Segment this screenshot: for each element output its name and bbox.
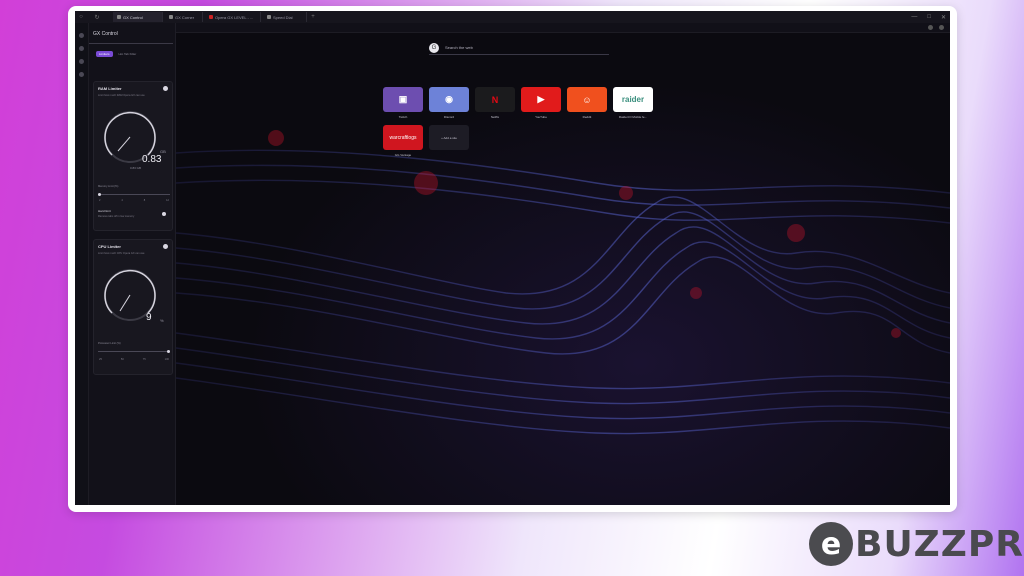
- toolbar-icons: [928, 25, 944, 30]
- tab-hot-tab-killer[interactable]: Hot Tab Killer: [119, 52, 137, 56]
- cpu-limiter-card: CPU Limiter Limit how much CPU Opera GX …: [93, 239, 173, 375]
- memory-limit-knob[interactable]: [98, 193, 101, 196]
- speed-dial-add-site[interactable]: + Add a site: [429, 125, 469, 150]
- close-icon[interactable]: ✕: [941, 14, 946, 21]
- gx-control-favicon: [117, 15, 121, 19]
- dial-label: Reddit: [582, 115, 592, 119]
- ram-limiter-title: RAM Limiter: [98, 86, 122, 91]
- dial-label: Discord: [443, 115, 455, 119]
- speed-dial-netflix[interactable]: N Netflix: [475, 87, 515, 119]
- gx-corner-favicon: [169, 15, 173, 19]
- tab-gx-control[interactable]: GX Control: [113, 12, 163, 22]
- ram-limiter-desc: Limit how much RAM Opera GX can use: [98, 94, 145, 97]
- search-engine-icon[interactable]: G: [429, 42, 439, 53]
- tab-limiters[interactable]: Limiters: [96, 51, 113, 57]
- speed-dial-twitch[interactable]: ▣ Twitch: [383, 87, 423, 119]
- buzzpro-logo: e BUZZPRO: [809, 522, 1024, 566]
- cpu-limiter-title: CPU Limiter: [98, 244, 121, 249]
- cpu-gauge-value: 9: [146, 312, 152, 323]
- processor-limit-label: Processor Limit (%): [98, 342, 121, 345]
- hard-limit-toggle[interactable]: [162, 212, 166, 216]
- youtube-icon: ▶: [521, 87, 561, 112]
- warcraftlogs-logo: warcraftlogs: [383, 125, 423, 150]
- netflix-icon: N: [475, 87, 515, 112]
- extensions-icon[interactable]: [928, 25, 933, 30]
- discord-icon: ◉: [429, 87, 469, 112]
- minimize-icon[interactable]: —: [911, 14, 917, 20]
- panel-title: GX Control: [93, 31, 118, 37]
- gx-corner-icon[interactable]: [79, 46, 84, 51]
- ram-gauge-value: 0.83: [142, 154, 162, 165]
- address-bar[interactable]: [89, 23, 950, 33]
- speed-dial-youtube[interactable]: ▶ YouTube: [521, 87, 561, 119]
- raider-logo: raider: [613, 87, 653, 112]
- profile-icon[interactable]: [939, 25, 944, 30]
- processor-limit-ticks: 25 50 75 100: [99, 358, 169, 361]
- ram-gauge-small: 0.83 GB: [130, 166, 142, 170]
- dial-label: Twitch: [398, 115, 408, 119]
- ram-limiter-toggle[interactable]: [163, 86, 168, 91]
- hard-limit-title: Hard limit: [98, 209, 111, 213]
- opera-menu-icon[interactable]: ○: [75, 11, 87, 23]
- speed-dial-warcraftlogs[interactable]: warcraftlogs GG Vantage: [383, 125, 423, 157]
- dial-label: YouTube: [535, 115, 547, 119]
- tab-opera-gx-level[interactable]: Opera GX LEVEL - ...: [205, 12, 261, 22]
- hard-limit-desc: Remove tabs off in low memory: [98, 215, 135, 218]
- ram-gauge-unit: GB: [160, 149, 166, 154]
- memory-limit-slider[interactable]: [98, 193, 170, 196]
- speed-dial-favicon: [267, 15, 271, 19]
- dial-label: Raider.IO Mobile fe...: [618, 115, 648, 119]
- search-placeholder: Search the web: [445, 45, 473, 50]
- logo-e-mark: e: [809, 522, 853, 566]
- search-bar[interactable]: G Search the web: [429, 41, 609, 55]
- speed-dial-reddit[interactable]: ☺ Reddit: [567, 87, 607, 119]
- add-site-button[interactable]: + Add a site: [429, 125, 469, 150]
- memory-limit-ticks: 2 4 8 12: [99, 199, 169, 202]
- new-tab-icon[interactable]: +: [307, 11, 319, 23]
- gx-control-panel: GX Control Limiters Hot Tab Killer RAM L…: [89, 23, 176, 505]
- reddit-icon: ☺: [567, 87, 607, 112]
- gx-control-icon[interactable]: [79, 33, 84, 38]
- cpu-limiter-toggle[interactable]: [163, 244, 168, 249]
- sidebar-strip: [75, 23, 89, 505]
- opera-favicon: [209, 15, 213, 19]
- reload-icon[interactable]: ↻: [91, 11, 103, 23]
- browser-window: ○ ↻ GX Control GX Corner Opera GX LEVEL …: [75, 11, 950, 505]
- wallpaper: [176, 130, 950, 435]
- panel-tabs: Limiters Hot Tab Killer: [89, 44, 175, 57]
- processor-limit-slider[interactable]: [98, 350, 170, 353]
- speed-dial-raider[interactable]: raider Raider.IO Mobile fe...: [613, 87, 653, 119]
- window-controls: — □ ✕: [911, 11, 946, 23]
- dial-label: GG Vantage: [394, 153, 412, 157]
- speed-dial-discord[interactable]: ◉ Discord: [429, 87, 469, 119]
- dial-label: Netflix: [490, 115, 500, 119]
- tab-speed-dial[interactable]: Speed Dial: [263, 12, 307, 22]
- memory-limit-label: Memory Limit (%): [98, 185, 119, 188]
- twitch-sidebar-icon[interactable]: [79, 59, 84, 64]
- tab-bar: ○ ↻ GX Control GX Corner Opera GX LEVEL …: [75, 11, 950, 23]
- discord-sidebar-icon[interactable]: [79, 72, 84, 77]
- cpu-gauge-unit: %: [160, 318, 164, 323]
- tab-gx-corner[interactable]: GX Corner: [165, 12, 203, 22]
- maximize-icon[interactable]: □: [927, 14, 931, 20]
- speed-dial-page: G Search the web ▣ Twitch ◉ Discord N Ne…: [176, 33, 950, 505]
- twitch-icon: ▣: [383, 87, 423, 112]
- logo-text: BUZZPRO: [855, 523, 1024, 565]
- ram-limiter-card: RAM Limiter Limit how much RAM Opera GX …: [93, 81, 173, 231]
- processor-limit-knob[interactable]: [167, 350, 170, 353]
- cpu-limiter-desc: Limit how much CPU Opera GX can use: [98, 252, 145, 255]
